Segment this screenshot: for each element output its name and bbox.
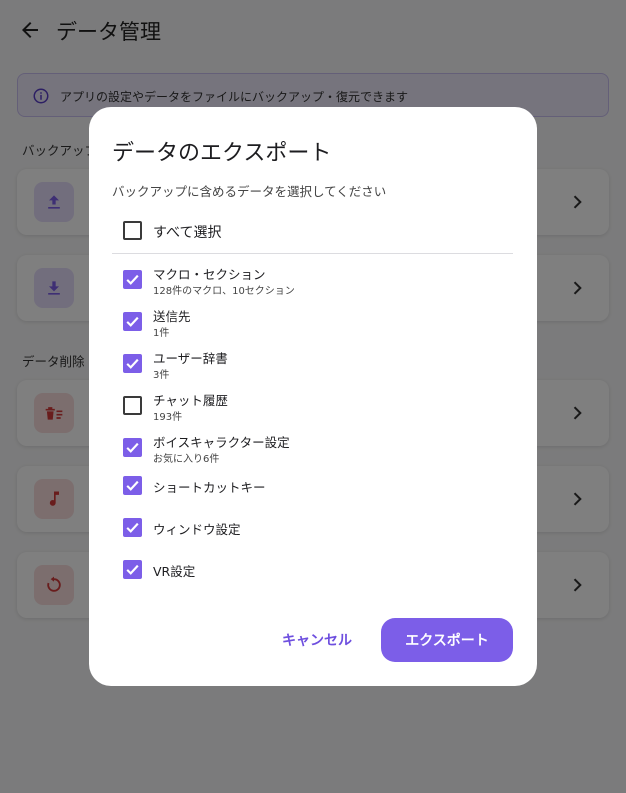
check-icon — [126, 522, 139, 533]
export-button[interactable]: エクスポート — [381, 618, 513, 662]
export-option[interactable]: マクロ・セクション 128件のマクロ、10セクション — [123, 264, 503, 300]
checkbox-checked[interactable] — [123, 438, 142, 457]
option-label: チャット履歴 — [153, 393, 228, 408]
option-label: VR設定 — [153, 564, 196, 579]
checkbox-checked[interactable] — [123, 312, 142, 331]
option-sublabel: 1件 — [153, 328, 170, 339]
option-label: マクロ・セクション — [153, 267, 266, 282]
export-option[interactable]: ショートカットキー — [123, 474, 503, 510]
option-label: ユーザー辞書 — [153, 351, 228, 366]
check-icon — [126, 274, 139, 285]
select-all-label: すべて選択 — [153, 225, 222, 241]
cancel-button[interactable]: キャンセル — [275, 618, 359, 662]
option-sublabel: 3件 — [153, 370, 170, 381]
divider — [112, 253, 513, 254]
check-icon — [126, 480, 139, 491]
check-icon — [126, 358, 139, 369]
checkbox-checked[interactable] — [123, 270, 142, 289]
check-icon — [126, 316, 139, 327]
checkbox[interactable] — [123, 221, 142, 240]
check-icon — [126, 564, 139, 575]
option-sublabel: 128件のマクロ、10セクション — [153, 286, 295, 297]
checkbox-checked[interactable] — [123, 518, 142, 537]
export-option[interactable]: ボイスキャラクター設定お気に入り6件 — [123, 432, 503, 468]
select-all-checkbox[interactable]: すべて選択 — [123, 220, 423, 242]
check-icon — [126, 442, 139, 453]
option-label: ボイスキャラクター設定 — [153, 435, 290, 450]
export-option[interactable]: ユーザー辞書 3件 — [123, 348, 503, 384]
export-option[interactable]: ウィンドウ設定 — [123, 516, 503, 552]
option-sublabel: 193件 — [153, 412, 183, 423]
checkbox-checked[interactable] — [123, 560, 142, 579]
dialog-title: データのエクスポート — [112, 141, 332, 166]
option-sublabel: お気に入り6件 — [153, 454, 220, 465]
checkbox-unchecked[interactable] — [123, 396, 142, 415]
checkbox-checked[interactable] — [123, 476, 142, 495]
export-option[interactable]: VR設定 — [123, 558, 503, 594]
checkbox-checked[interactable] — [123, 354, 142, 373]
option-label: 送信先 — [153, 309, 191, 324]
export-dialog: データのエクスポート バックアップに含めるデータを選択してください すべて選択 … — [89, 107, 537, 686]
export-option[interactable]: 送信先 1件 — [123, 306, 503, 342]
option-label: ショートカットキー — [153, 480, 266, 495]
dialog-description: バックアップに含めるデータを選択してください — [112, 184, 387, 199]
export-option[interactable]: チャット履歴 193件 — [123, 390, 503, 426]
option-label: ウィンドウ設定 — [153, 522, 241, 537]
